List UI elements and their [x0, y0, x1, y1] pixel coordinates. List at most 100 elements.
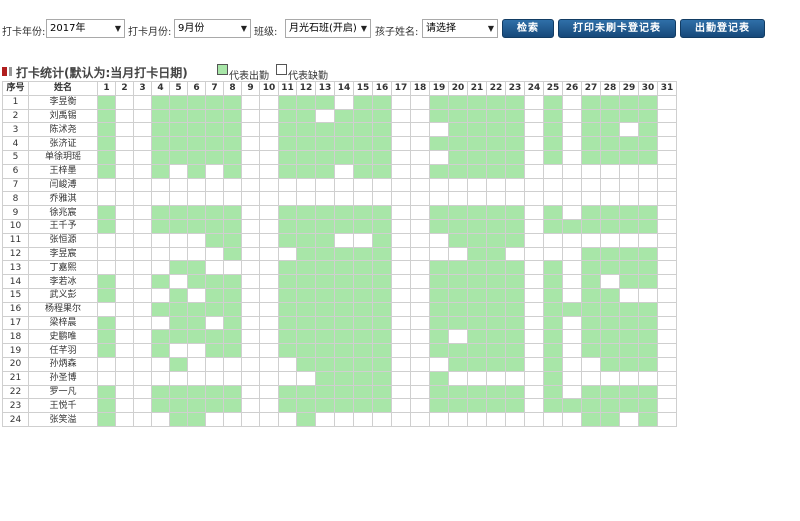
header-day: 3	[133, 81, 152, 96]
attendance-cell-absent	[448, 246, 468, 262]
attendance-cell-present	[429, 329, 449, 345]
attendance-cell-absent	[486, 191, 506, 207]
attendance-cell-absent	[657, 343, 677, 358]
row-index: 18	[2, 329, 29, 345]
attendance-cell-present	[334, 343, 354, 358]
attendance-cell-present	[581, 343, 601, 358]
print-unswiped-button[interactable]: 打印未刷卡登记表	[558, 19, 676, 38]
attendance-cell-absent	[259, 246, 279, 262]
attendance-cell-absent	[657, 246, 677, 262]
attendance-cell-absent	[657, 136, 677, 151]
attendance-cell-absent	[133, 412, 152, 427]
attendance-cell-absent	[296, 177, 316, 193]
attendance-cell-present	[223, 315, 242, 331]
row-index: 22	[2, 384, 29, 400]
attendance-cell-present	[334, 398, 354, 414]
child-select[interactable]: 请选择 ▼	[422, 19, 498, 38]
attendance-cell-present	[151, 301, 170, 317]
attendance-cell-absent	[151, 191, 170, 207]
class-select[interactable]: 月光石班(开启) ▼	[285, 19, 371, 38]
search-button[interactable]: 检索	[502, 19, 554, 38]
row-index: 9	[2, 205, 29, 220]
attendance-cell-present	[562, 301, 582, 317]
attendance-cell-present	[581, 412, 601, 427]
row-index: 17	[2, 315, 29, 331]
attendance-cell-present	[581, 315, 601, 331]
attendance-cell-absent	[657, 315, 677, 331]
attendance-cell-absent	[223, 412, 242, 427]
attendance-cell-present	[278, 108, 297, 124]
attendance-cell-absent	[115, 398, 134, 414]
row-name: 杨程果尔	[28, 301, 98, 317]
attendance-cell-absent	[562, 94, 582, 110]
attendance-cell-absent	[410, 149, 430, 165]
attendance-cell-present	[278, 122, 297, 138]
attendance-cell-present	[278, 94, 297, 110]
attendance-cell-present	[278, 232, 297, 248]
attendance-cell-present	[223, 218, 242, 234]
attendance-cell-present	[97, 122, 116, 138]
attendance-register-button[interactable]: 出勤登记表	[680, 19, 765, 38]
attendance-cell-present	[543, 370, 563, 386]
row-index: 20	[2, 356, 29, 372]
attendance-cell-absent	[410, 246, 430, 262]
attendance-cell-present	[334, 356, 354, 372]
row-index: 23	[2, 398, 29, 414]
month-select[interactable]: 9月份 ▼	[174, 19, 251, 38]
header-day: 4	[151, 81, 170, 96]
attendance-cell-present	[296, 315, 316, 331]
attendance-cell-present	[543, 356, 563, 372]
header-day: 23	[505, 81, 525, 96]
attendance-cell-present	[543, 398, 563, 414]
header-day: 11	[278, 81, 297, 96]
attendance-cell-absent	[562, 163, 582, 179]
attendance-cell-absent	[562, 260, 582, 276]
attendance-cell-present	[619, 398, 639, 414]
attendance-cell-present	[334, 136, 354, 151]
attendance-cell-present	[334, 218, 354, 234]
attendance-cell-present	[448, 205, 468, 220]
attendance-cell-absent	[115, 163, 134, 179]
attendance-table: 序号 姓名 1 2 3 4 5 6 7 8 9 10 11 12 13 14 15 16 17 18 19 20 21 2…	[2, 81, 677, 427]
attendance-cell-absent	[524, 122, 544, 138]
attendance-cell-present	[334, 246, 354, 262]
attendance-cell-absent	[524, 370, 544, 386]
attendance-cell-present	[334, 287, 354, 303]
attendance-cell-absent	[524, 218, 544, 234]
year-select[interactable]: 2017年 ▼	[46, 19, 125, 38]
attendance-cell-absent	[205, 191, 224, 207]
header-day: 12	[296, 81, 316, 96]
attendance-cell-absent	[115, 315, 134, 331]
attendance-cell-absent	[353, 412, 373, 427]
attendance-cell-present	[296, 94, 316, 110]
row-index: 24	[2, 412, 29, 427]
attendance-cell-absent	[410, 301, 430, 317]
attendance-cell-absent	[638, 232, 658, 248]
attendance-cell-absent	[133, 122, 152, 138]
attendance-cell-present	[638, 218, 658, 234]
row-name: 孙炳森	[28, 356, 98, 372]
attendance-cell-present	[315, 398, 335, 414]
attendance-cell-present	[97, 205, 116, 220]
attendance-cell-absent	[259, 398, 279, 414]
header-day: 31	[657, 81, 677, 96]
attendance-cell-absent	[151, 315, 170, 331]
attendance-cell-absent	[391, 329, 411, 345]
attendance-cell-absent	[600, 177, 620, 193]
attendance-cell-present	[315, 287, 335, 303]
attendance-cell-absent	[133, 356, 152, 372]
attendance-cell-present	[467, 163, 487, 179]
attendance-cell-present	[296, 122, 316, 138]
header-day: 20	[448, 81, 468, 96]
attendance-cell-absent	[278, 177, 297, 193]
attendance-cell-present	[638, 136, 658, 151]
table-row: 9 徐兆宸	[2, 205, 677, 220]
attendance-cell-absent	[259, 108, 279, 124]
attendance-cell-absent	[391, 412, 411, 427]
attendance-cell-absent	[97, 260, 116, 276]
attendance-cell-present	[315, 122, 335, 138]
attendance-cell-present	[353, 301, 373, 317]
attendance-cell-absent	[410, 343, 430, 358]
attendance-cell-present	[223, 343, 242, 358]
row-index: 15	[2, 287, 29, 303]
